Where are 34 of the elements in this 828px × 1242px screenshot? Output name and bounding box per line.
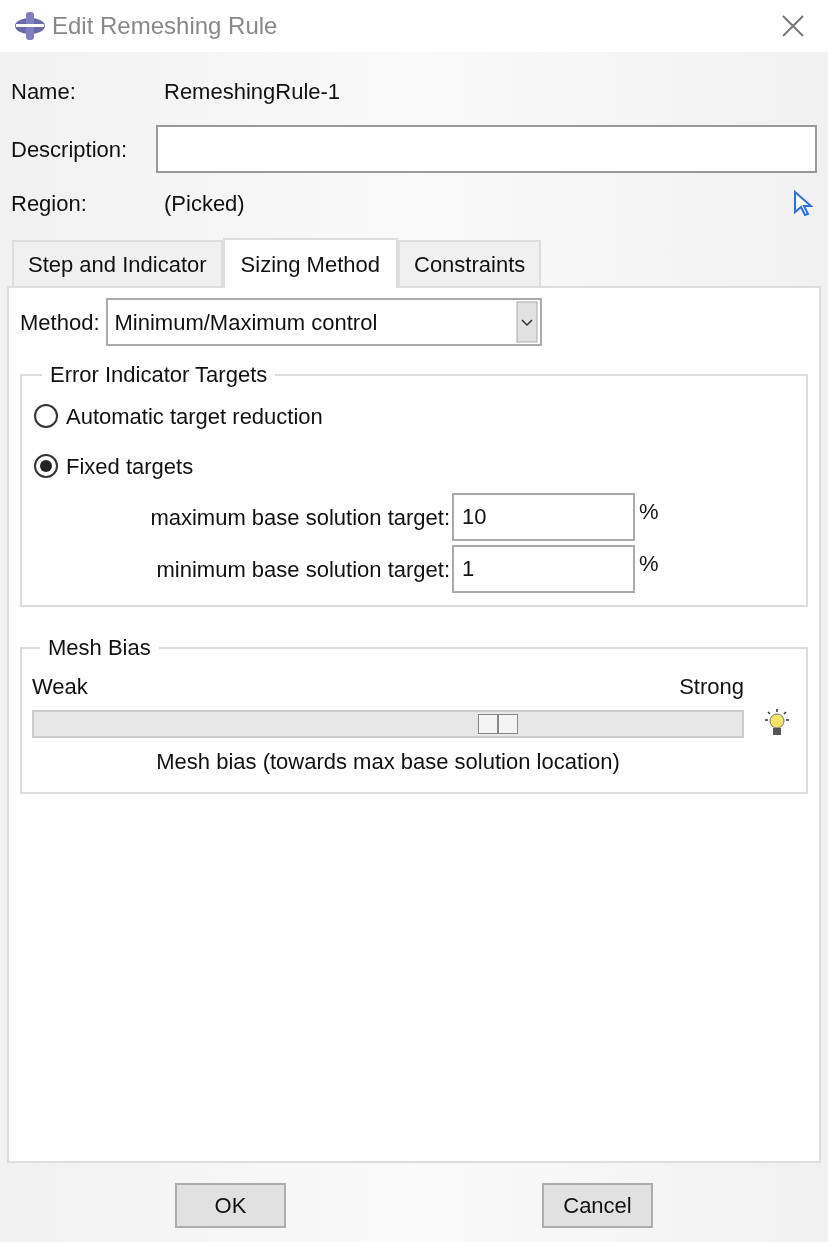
slider-thumb[interactable] — [477, 714, 518, 734]
method-label: Method: — [20, 308, 100, 337]
app-logo-icon — [14, 11, 46, 41]
dialog-button[interactable]: Cancel — [542, 1183, 653, 1228]
mesh-bias-caption: Mesh bias (towards max base solution location) — [156, 748, 620, 776]
method-dropdown[interactable]: Minimum/Maximum control — [105, 298, 542, 346]
slider-track[interactable] — [32, 710, 744, 738]
name-label: Name: — [11, 77, 77, 106]
radio-button[interactable] — [34, 454, 58, 478]
description-label: Description: — [11, 135, 129, 164]
tab[interactable]: Constraints — [398, 240, 542, 286]
name-value: RemeshingRule-1 — [164, 77, 341, 106]
target-field[interactable]: 10 — [452, 493, 635, 541]
percent-unit: % — [639, 498, 659, 526]
dialog-button[interactable]: OK — [175, 1183, 286, 1228]
radio-button[interactable] — [34, 404, 58, 428]
region-label: Region: — [11, 189, 88, 218]
tab[interactable]: Sizing Method — [222, 238, 398, 288]
radio-option[interactable]: Fixed targets — [34, 441, 794, 491]
cursor-icon[interactable] — [793, 190, 813, 216]
weak-label: Weak — [32, 673, 88, 701]
group-title: Mesh Bias — [47, 634, 152, 662]
field-label: maximum base solution target: — [149, 504, 451, 532]
strong-label: Strong — [679, 673, 744, 701]
region-value: (Picked) — [164, 189, 245, 218]
tab[interactable]: Step and Indicator — [12, 240, 223, 286]
radio-option[interactable]: Automatic target reduction — [34, 391, 794, 441]
description-field[interactable] — [156, 125, 817, 173]
target-field[interactable]: 1 — [452, 545, 635, 593]
close-icon[interactable] — [782, 15, 804, 37]
group-title: Error Indicator Targets — [49, 361, 269, 389]
percent-unit: % — [639, 550, 659, 578]
window-title: Edit Remeshing Rule — [52, 11, 278, 41]
field-label: minimum base solution target: — [155, 556, 451, 584]
